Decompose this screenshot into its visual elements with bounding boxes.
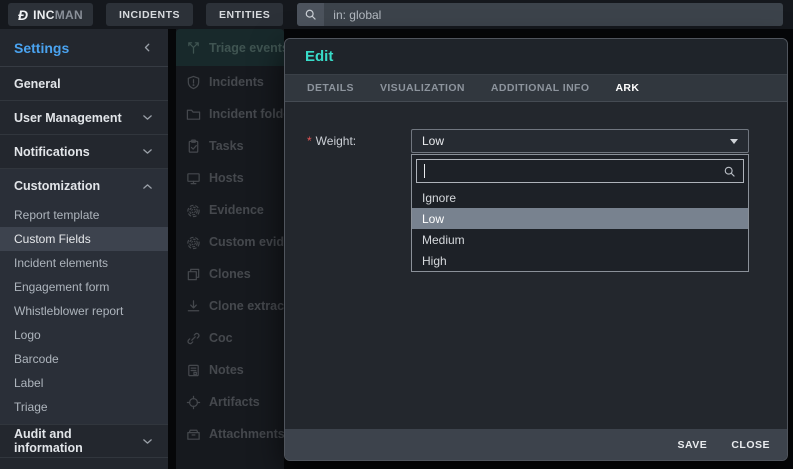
sidebar-item-report-template[interactable]: Report template	[0, 203, 168, 227]
chevron-down-icon	[141, 145, 154, 158]
dialog-footer: SAVE CLOSE	[285, 429, 787, 460]
dropdown-option-high[interactable]: High	[412, 250, 748, 271]
search-input[interactable]	[324, 8, 783, 22]
sidebar-item-label: General	[14, 77, 61, 91]
dialog-header: Edit	[285, 39, 787, 75]
sidebar-item-custom-fields[interactable]: Custom Fields	[0, 227, 168, 251]
sidebar-item-whistleblower-report[interactable]: Whistleblower report	[0, 299, 168, 323]
dropdown-option-low[interactable]: Low	[412, 208, 748, 229]
dropdown-option-medium[interactable]: Medium	[412, 229, 748, 250]
nav-entities-button[interactable]: ENTITIES	[206, 3, 283, 26]
dialog-tabbar: DETAILS VISUALIZATION ADDITIONAL INFO AR…	[285, 75, 787, 102]
sidebar-title: Settings	[14, 40, 69, 56]
dialog-body: *Weight: Low Ignore Low Medium High	[285, 102, 787, 429]
tab-details[interactable]: DETAILS	[307, 82, 354, 94]
chevron-up-icon	[141, 180, 154, 193]
sidebar-item-label: Customization	[14, 179, 100, 193]
sidebar-item-logo[interactable]: Logo	[0, 323, 168, 347]
chevron-down-icon	[730, 139, 738, 144]
weight-dropdown-panel: Ignore Low Medium High	[411, 154, 749, 272]
weight-select-value: Low	[422, 134, 444, 148]
sidebar-item-barcode[interactable]: Barcode	[0, 347, 168, 371]
nav-incidents-button[interactable]: INCIDENTS	[106, 3, 193, 26]
required-marker: *	[307, 134, 312, 148]
tab-additional-info[interactable]: ADDITIONAL INFO	[491, 82, 590, 94]
chevron-left-icon[interactable]	[141, 41, 154, 54]
dialog-title: Edit	[305, 48, 333, 65]
sidebar-item-user-management[interactable]: User Management	[0, 101, 168, 135]
tab-ark[interactable]: ARK	[615, 82, 639, 94]
chevron-down-icon	[141, 435, 154, 448]
sidebar-item-notifications[interactable]: Notifications	[0, 135, 168, 169]
weight-field-label: *Weight:	[307, 134, 356, 148]
dropdown-option-ignore[interactable]: Ignore	[412, 187, 748, 208]
search-icon	[297, 3, 324, 26]
sidebar-item-triage[interactable]: Triage	[0, 395, 168, 419]
sidebar-item-label[interactable]: Label	[0, 371, 168, 395]
dropdown-search	[416, 159, 744, 183]
customization-section: Customization Report template Custom Fie…	[0, 169, 168, 424]
sidebar-item-label: Audit and information	[14, 427, 141, 455]
app-logo[interactable]: Ð INCMAN	[8, 3, 93, 26]
sidebar-item-incident-elements[interactable]: Incident elements	[0, 251, 168, 275]
sidebar-item-general[interactable]: General	[0, 67, 168, 101]
global-search	[297, 3, 783, 26]
search-icon	[723, 165, 736, 178]
weight-select[interactable]: Low	[411, 129, 749, 153]
logo-text-light: MAN	[55, 8, 83, 22]
sidebar-item-label: User Management	[14, 111, 122, 125]
chevron-down-icon	[141, 111, 154, 124]
sidebar-item-customization[interactable]: Customization	[0, 169, 168, 203]
tab-visualization[interactable]: VISUALIZATION	[380, 82, 465, 94]
sidebar-item-engagement-form[interactable]: Engagement form	[0, 275, 168, 299]
topbar: Ð INCMAN INCIDENTS ENTITIES	[0, 0, 793, 29]
sidebar-item-label: Notifications	[14, 145, 90, 159]
sidebar-item-audit-and-information[interactable]: Audit and information	[0, 424, 168, 458]
dflabs-d-icon: Ð	[18, 7, 28, 23]
sidebar-header: Settings	[0, 29, 168, 67]
close-button[interactable]: CLOSE	[731, 439, 770, 451]
save-button[interactable]: SAVE	[678, 439, 708, 451]
logo-text-bold: INC	[33, 8, 55, 22]
edit-dialog: Edit DETAILS VISUALIZATION ADDITIONAL IN…	[284, 38, 788, 461]
settings-sidebar: Settings General User Management Notific…	[0, 29, 168, 469]
dropdown-search-input[interactable]	[425, 164, 723, 178]
